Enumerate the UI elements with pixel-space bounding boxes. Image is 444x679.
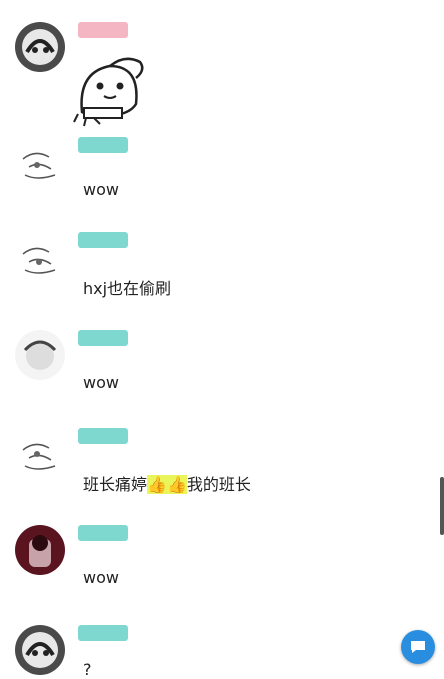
- message-item: wow: [0, 510, 444, 610]
- avatar[interactable]: [15, 137, 65, 187]
- message-text: wow: [83, 373, 119, 392]
- avatar[interactable]: [15, 428, 65, 478]
- user-tag: [78, 525, 128, 541]
- message-text: ?: [83, 660, 92, 679]
- user-tag: [78, 625, 128, 641]
- message-text: 班长痛婷👍👍我的班长: [83, 471, 251, 495]
- chat-bubble-icon: [409, 639, 427, 660]
- message-text: wow: [83, 568, 119, 587]
- user-tag: [78, 330, 128, 346]
- chat-bubble-button[interactable]: [401, 630, 435, 664]
- avatar[interactable]: [15, 525, 65, 575]
- message-text-prefix: 班长痛婷: [83, 475, 148, 494]
- message-text-suffix: 我的班长: [186, 475, 251, 494]
- avatar[interactable]: [15, 232, 65, 282]
- message-text: wow: [83, 180, 119, 199]
- user-tag: [78, 428, 128, 444]
- message-item: [0, 12, 444, 127]
- cartoon-ghost-sticker[interactable]: [70, 52, 150, 127]
- message-item: hxj也在偷刷: [0, 217, 444, 315]
- thumbs-up-emoji: 👍👍: [147, 475, 187, 494]
- message-item: ?: [0, 610, 444, 679]
- message-item: 班长痛婷👍👍我的班长: [0, 413, 444, 510]
- scrollbar[interactable]: [440, 477, 444, 535]
- avatar[interactable]: [15, 330, 65, 380]
- message-item: wow: [0, 122, 444, 217]
- avatar[interactable]: [15, 22, 65, 72]
- user-tag: [78, 232, 128, 248]
- user-tag: [78, 22, 128, 38]
- message-item: wow: [0, 315, 444, 413]
- message-text: hxj也在偷刷: [83, 279, 172, 298]
- avatar[interactable]: [15, 625, 65, 675]
- user-tag: [78, 137, 128, 153]
